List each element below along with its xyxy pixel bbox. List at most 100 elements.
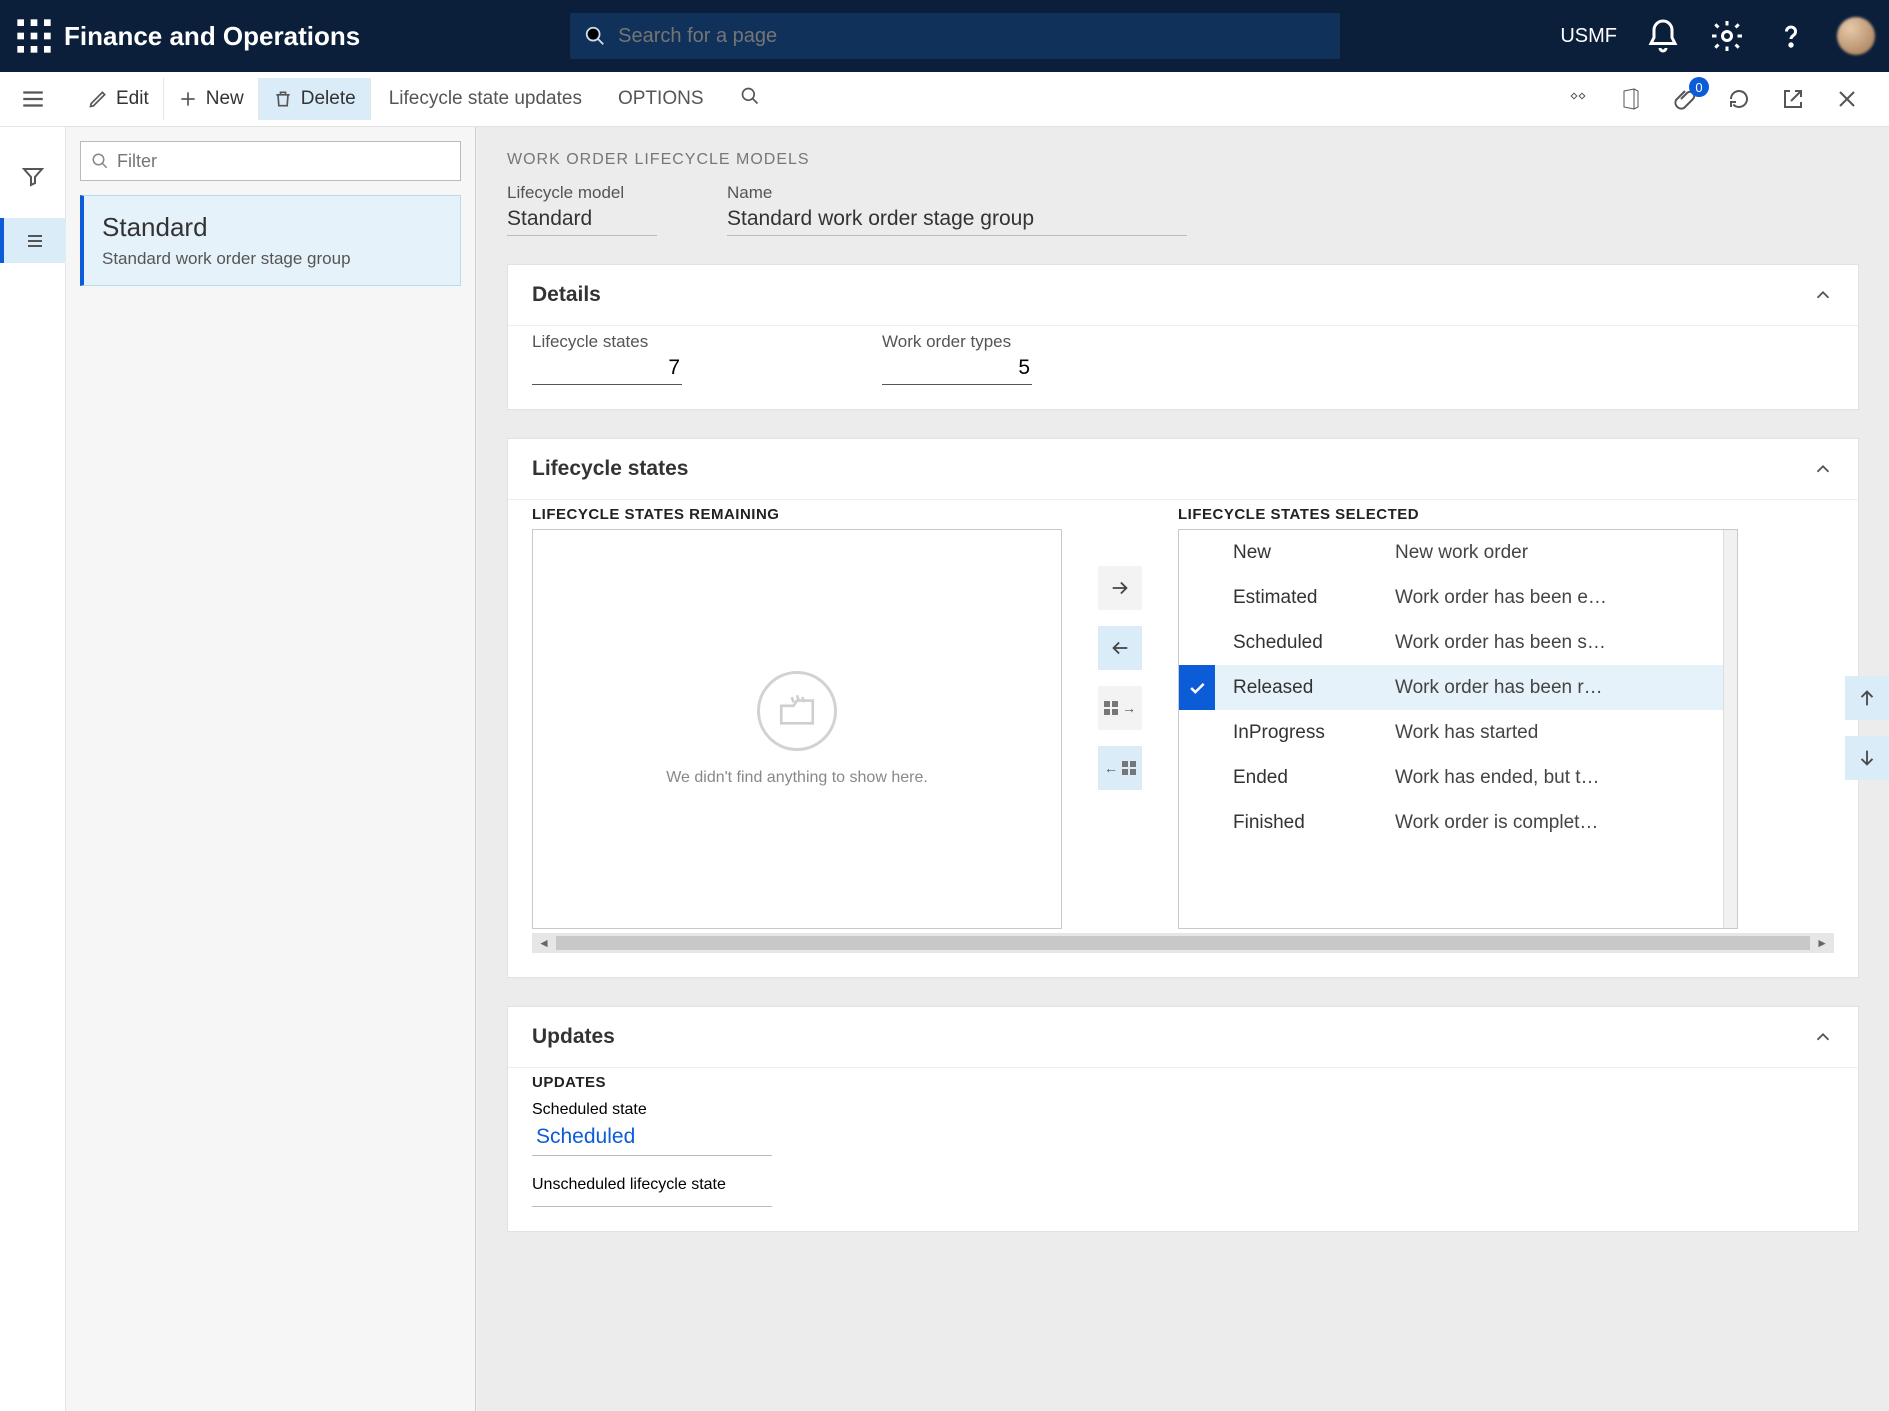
refresh-button[interactable] bbox=[1723, 83, 1755, 115]
edit-button[interactable]: Edit bbox=[74, 78, 164, 120]
scroll-right-arrow[interactable]: ► bbox=[1816, 936, 1828, 950]
move-all-right-button[interactable]: → bbox=[1098, 686, 1142, 730]
move-right-button[interactable] bbox=[1098, 566, 1142, 610]
updates-header[interactable]: Updates bbox=[508, 1007, 1858, 1067]
office-logo-icon bbox=[1619, 87, 1643, 111]
nav-toggle[interactable] bbox=[0, 72, 66, 127]
scroll-left-arrow[interactable]: ◄ bbox=[538, 936, 550, 950]
selected-state-row[interactable]: NewNew work order bbox=[1179, 530, 1723, 575]
attachments-badge: 0 bbox=[1689, 77, 1709, 97]
popout-icon bbox=[1781, 87, 1805, 111]
selected-state-row[interactable]: EndedWork has ended, but t… bbox=[1179, 755, 1723, 800]
global-navbar: Finance and Operations USMF bbox=[0, 0, 1889, 72]
pencil-icon bbox=[88, 89, 108, 109]
close-button[interactable] bbox=[1831, 83, 1863, 115]
global-search-input[interactable] bbox=[618, 25, 1326, 48]
scroll-thumb[interactable] bbox=[556, 936, 1810, 950]
list-panel: Standard Standard work order stage group bbox=[66, 127, 476, 1411]
delete-label: Delete bbox=[301, 88, 356, 110]
name-label: Name bbox=[727, 183, 1187, 203]
unscheduled-state-label: Unscheduled lifecycle state bbox=[532, 1176, 726, 1193]
unscheduled-state-field[interactable] bbox=[532, 1194, 772, 1207]
popout-button[interactable] bbox=[1777, 83, 1809, 115]
move-all-left-button[interactable]: ← bbox=[1098, 746, 1142, 790]
list-filter-input[interactable] bbox=[117, 151, 450, 172]
list-filter[interactable] bbox=[80, 141, 461, 181]
list-item-subtitle: Standard work order stage group bbox=[102, 249, 442, 269]
remaining-title: LIFECYCLE STATES REMAINING bbox=[532, 506, 1062, 523]
view-toggle-icon[interactable] bbox=[1561, 83, 1593, 115]
chevron-up-icon bbox=[1812, 284, 1834, 306]
state-name: Finished bbox=[1215, 812, 1395, 834]
lifecycle-updates-button[interactable]: Lifecycle state updates bbox=[371, 88, 600, 110]
lifecycle-states-title: Lifecycle states bbox=[532, 457, 688, 481]
remaining-empty-text: We didn't find anything to show here. bbox=[666, 769, 928, 787]
move-left-button[interactable] bbox=[1098, 626, 1142, 670]
delete-button[interactable]: Delete bbox=[259, 78, 371, 120]
selected-state-row[interactable]: ReleasedWork order has been r… bbox=[1179, 665, 1723, 710]
funnel-icon bbox=[21, 164, 45, 188]
attachments-button[interactable]: 0 bbox=[1669, 83, 1701, 115]
help-icon[interactable] bbox=[1773, 18, 1809, 54]
move-up-button[interactable] bbox=[1845, 676, 1889, 720]
state-name: InProgress bbox=[1215, 722, 1395, 744]
arrow-up-icon bbox=[1856, 687, 1878, 709]
selected-listbox[interactable]: NewNew work orderEstimatedWork order has… bbox=[1178, 529, 1738, 929]
diamond-icon bbox=[1565, 87, 1589, 111]
state-name: New bbox=[1215, 542, 1395, 564]
breadcrumb: WORK ORDER LIFECYCLE MODELS bbox=[507, 151, 1859, 169]
app-launcher-icon[interactable] bbox=[14, 16, 54, 56]
arrow-left-icon bbox=[1109, 637, 1131, 659]
plus-icon bbox=[178, 89, 198, 109]
options-button[interactable]: OPTIONS bbox=[600, 88, 722, 110]
details-section: Details Lifecycle states 7 Work order ty… bbox=[507, 264, 1859, 410]
filter-pane-toggle[interactable] bbox=[10, 153, 55, 198]
list-pane-toggle[interactable] bbox=[0, 218, 66, 263]
scheduled-state-field[interactable]: Scheduled bbox=[532, 1119, 772, 1156]
horizontal-scrollbar[interactable]: ◄ ► bbox=[532, 933, 1834, 953]
arrow-down-icon bbox=[1856, 747, 1878, 769]
selected-state-row[interactable]: InProgressWork has started bbox=[1179, 710, 1723, 755]
selected-state-row[interactable]: ScheduledWork order has been s… bbox=[1179, 620, 1723, 665]
move-down-button[interactable] bbox=[1845, 736, 1889, 780]
lifecycle-states-count[interactable]: 7 bbox=[532, 352, 682, 385]
remaining-listbox[interactable]: We didn't find anything to show here. bbox=[532, 529, 1062, 929]
list-item[interactable]: Standard Standard work order stage group bbox=[80, 195, 461, 286]
work-order-types-count[interactable]: 5 bbox=[882, 352, 1032, 385]
page-search-button[interactable] bbox=[722, 86, 778, 112]
edit-label: Edit bbox=[116, 88, 149, 110]
user-avatar[interactable] bbox=[1837, 17, 1875, 55]
new-label: New bbox=[206, 88, 244, 110]
action-bar: Edit New Delete Lifecycle state updates … bbox=[66, 72, 1889, 127]
lifecycle-model-label: Lifecycle model bbox=[507, 183, 657, 203]
state-description: Work order has been e… bbox=[1395, 587, 1713, 609]
state-name: Scheduled bbox=[1215, 632, 1395, 654]
vertical-scrollbar[interactable] bbox=[1723, 530, 1737, 928]
hamburger-icon bbox=[20, 86, 46, 112]
settings-icon[interactable] bbox=[1709, 18, 1745, 54]
state-name: Released bbox=[1215, 677, 1395, 699]
company-picker[interactable]: USMF bbox=[1560, 25, 1617, 48]
office-icon[interactable] bbox=[1615, 83, 1647, 115]
lifecycle-states-header[interactable]: Lifecycle states bbox=[508, 439, 1858, 499]
selected-state-row[interactable]: EstimatedWork order has been e… bbox=[1179, 575, 1723, 620]
search-icon bbox=[91, 152, 109, 170]
refresh-icon bbox=[1727, 87, 1751, 111]
new-button[interactable]: New bbox=[164, 78, 259, 120]
list-item-title: Standard bbox=[102, 212, 442, 243]
row-checkbox[interactable] bbox=[1179, 665, 1215, 710]
notifications-icon[interactable] bbox=[1645, 18, 1681, 54]
updates-section: Updates UPDATES Scheduled state Schedule… bbox=[507, 1006, 1859, 1232]
work-order-types-label: Work order types bbox=[882, 332, 1011, 351]
arrow-right-icon bbox=[1109, 577, 1131, 599]
selected-state-row[interactable]: FinishedWork order is complet… bbox=[1179, 800, 1723, 845]
state-description: Work order is complet… bbox=[1395, 812, 1713, 834]
search-icon bbox=[584, 25, 606, 47]
selected-title: LIFECYCLE STATES SELECTED bbox=[1178, 506, 1738, 523]
global-search[interactable] bbox=[570, 13, 1340, 59]
scheduled-state-label: Scheduled state bbox=[532, 1101, 647, 1118]
details-header[interactable]: Details bbox=[508, 265, 1858, 325]
lifecycle-model-value[interactable]: Standard bbox=[507, 203, 657, 236]
updates-title: Updates bbox=[532, 1025, 615, 1049]
name-value[interactable]: Standard work order stage group bbox=[727, 203, 1187, 236]
